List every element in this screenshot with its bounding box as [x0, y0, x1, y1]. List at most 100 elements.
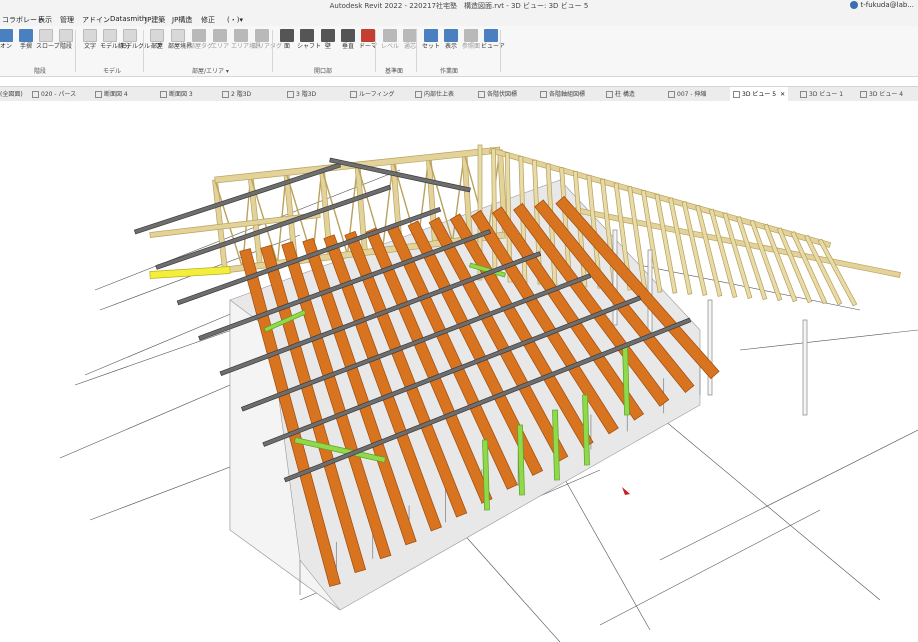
ribbon-button-19[interactable]: 通芯 — [400, 29, 420, 50]
user-name: t-fukuda@lab... — [860, 1, 914, 9]
ribbon-button-6[interactable]: モデルグループ — [120, 29, 162, 50]
menu-item-8[interactable]: (・)▾ — [227, 15, 243, 25]
ribbon-button-label: オン — [0, 43, 12, 50]
ribbon-separator — [272, 30, 273, 72]
grid-line — [639, 399, 881, 601]
ribbon-button-5[interactable]: モデル線分 — [100, 29, 130, 50]
view-tab-5[interactable]: 3 階3D — [287, 89, 316, 100]
menu-item-2[interactable]: 管理 — [60, 15, 74, 25]
ribbon-button-2[interactable]: スロープ — [36, 29, 60, 50]
view-tab-13[interactable]: 3D ビュー 1 — [800, 89, 843, 100]
menu-item-1[interactable]: 表示 — [38, 15, 52, 25]
ribbon-tool-icon — [424, 29, 438, 42]
ribbon-button-label: 部屋 — [150, 43, 163, 50]
grid-line — [459, 529, 561, 642]
ribbon-button-label: 手摺 — [19, 43, 32, 50]
view-tab-label: 3D ビュー 4 — [869, 91, 904, 98]
ribbon-tool-icon — [403, 29, 417, 42]
ribbon: オン 手摺 スロープ 階段 文字 モデル線分 モデルグループ 部屋 部屋境界 部屋タグ エリア エリア… — [0, 26, 918, 77]
ribbon-separator — [416, 30, 417, 72]
ribbon-panel-label-2[interactable]: 部屋/エリア ▾ — [192, 66, 229, 75]
ribbon-button-10[interactable]: エリア — [210, 29, 230, 50]
ribbon-button-9[interactable]: 部屋タグ — [189, 29, 214, 50]
ribbon-button-label: エリアタグ — [252, 43, 283, 50]
view-tab-2[interactable]: 断面図 4 — [95, 89, 128, 100]
menu-item-4[interactable]: Datasmith — [110, 15, 146, 23]
view-tab-3[interactable]: 断面図 3 — [160, 89, 193, 100]
close-tab-icon[interactable]: ✕ — [780, 91, 785, 98]
view-tab-label: 3D ビュー 1 — [809, 91, 844, 98]
ribbon-panel-label-4[interactable]: 基準面 — [385, 66, 403, 75]
ribbon-button-12[interactable]: エリアタグ — [252, 29, 283, 50]
view-tab-label: 断面図 3 — [169, 91, 193, 98]
view-type-icon — [222, 91, 229, 98]
view-tab-label: 3 階3D — [296, 91, 317, 98]
ribbon-button-11[interactable]: エリア境界 — [231, 29, 261, 50]
grid-line — [739, 329, 918, 351]
view-tab-label: 柱 構造 — [615, 91, 635, 98]
view-tab-4[interactable]: 2 階3D — [222, 89, 251, 100]
ribbon-button-22[interactable]: 参照面 — [461, 29, 481, 50]
view-type-icon — [478, 91, 485, 98]
ribbon-button-7[interactable]: 部屋 — [147, 29, 167, 50]
ribbon-panel-label-3[interactable]: 開口部 — [314, 66, 332, 75]
structural-model-view[interactable] — [0, 101, 918, 642]
menu-item-7[interactable]: 修正 — [201, 15, 215, 25]
view-type-icon — [32, 91, 39, 98]
ribbon-panel-label-1[interactable]: モデル — [103, 66, 121, 75]
view-tab-8[interactable]: 各階伏図標 — [478, 89, 517, 100]
ribbon-button-3[interactable]: 階段 — [56, 29, 76, 50]
view-tab-6[interactable]: ルーフィング — [350, 89, 395, 100]
pergola-rafter — [708, 208, 738, 298]
ribbon-button-label: 面 — [283, 43, 290, 50]
ribbon-button-label: 垂直 — [341, 43, 354, 50]
ribbon-tool-icon — [361, 29, 375, 42]
ribbon-button-15[interactable]: 壁 — [318, 29, 338, 50]
ribbon-button-18[interactable]: レベル — [380, 29, 400, 50]
ribbon-button-label: 表示 — [444, 43, 457, 50]
view-type-icon — [800, 91, 807, 98]
view-tab-9[interactable]: 各階軸組図標 — [540, 89, 585, 100]
ribbon-button-label: セット — [421, 43, 440, 50]
ribbon-button-13[interactable]: 面 — [277, 29, 297, 50]
ribbon-button-21[interactable]: 表示 — [441, 29, 461, 50]
cursor-arrow-icon — [622, 487, 630, 495]
view-tab-label: 3D ビュー 5 — [742, 91, 777, 98]
ribbon-button-20[interactable]: セット — [421, 29, 441, 50]
ribbon-button-4[interactable]: 文字 — [80, 29, 100, 50]
3d-viewport[interactable] — [0, 101, 918, 642]
view-tab-0[interactable]: (全図面) — [0, 89, 23, 100]
ribbon-button-0[interactable]: オン — [0, 29, 16, 50]
ribbon-separator — [75, 30, 76, 72]
menu-item-3[interactable]: アドイン — [82, 15, 110, 25]
ribbon-tool-icon — [464, 29, 478, 42]
view-tab-11[interactable]: 007 - 伸縮 — [668, 89, 706, 100]
user-account[interactable]: t-fukuda@lab... — [850, 1, 914, 9]
ribbon-button-23[interactable]: ビューア — [481, 29, 505, 50]
ribbon-button-16[interactable]: 垂直 — [338, 29, 358, 50]
ribbon-button-label: 通芯 — [403, 43, 416, 50]
view-tab-label: 内部仕上表 — [424, 91, 455, 98]
view-tab-10[interactable]: 柱 構造 — [606, 89, 635, 100]
ribbon-tool-icon — [103, 29, 117, 42]
ribbon-tool-icon — [171, 29, 185, 42]
grid-line — [599, 509, 821, 626]
ribbon-panel-label-0[interactable]: 階段 — [34, 66, 46, 75]
view-tab-1[interactable]: 020 - パース — [32, 89, 76, 100]
ribbon-button-1[interactable]: 手摺 — [16, 29, 36, 50]
view-tab-7[interactable]: 内部仕上表 — [415, 89, 454, 100]
pergola-rafter — [695, 204, 723, 297]
view-type-icon — [606, 91, 613, 98]
view-tab-bar: (全図面) 020 - パース 断面図 4 断面図 3 2 階3D 3 階3D ルーフィング… — [0, 86, 918, 102]
ribbon-panel-label-5[interactable]: 作業面 — [440, 66, 458, 75]
view-tab-12[interactable]: 3D ビュー 5 ✕ — [730, 87, 789, 101]
menu-item-6[interactable]: JP構造 — [172, 15, 192, 25]
ribbon-button-label: 部屋タグ — [189, 43, 214, 50]
menu-bar: コラボレート 表示 管理 アドイン Datasmith JP建築 JP構造 修正 (・)▾ — [0, 12, 918, 26]
pergola-rafter — [722, 212, 753, 300]
view-tab-14[interactable]: 3D ビュー 4 — [860, 89, 903, 100]
ribbon-button-label: エリア — [210, 43, 229, 50]
ribbon-button-8[interactable]: 部屋境界 — [168, 29, 192, 50]
menu-item-5[interactable]: JP建築 — [145, 15, 165, 25]
ribbon-button-14[interactable]: シャフト — [297, 29, 321, 50]
